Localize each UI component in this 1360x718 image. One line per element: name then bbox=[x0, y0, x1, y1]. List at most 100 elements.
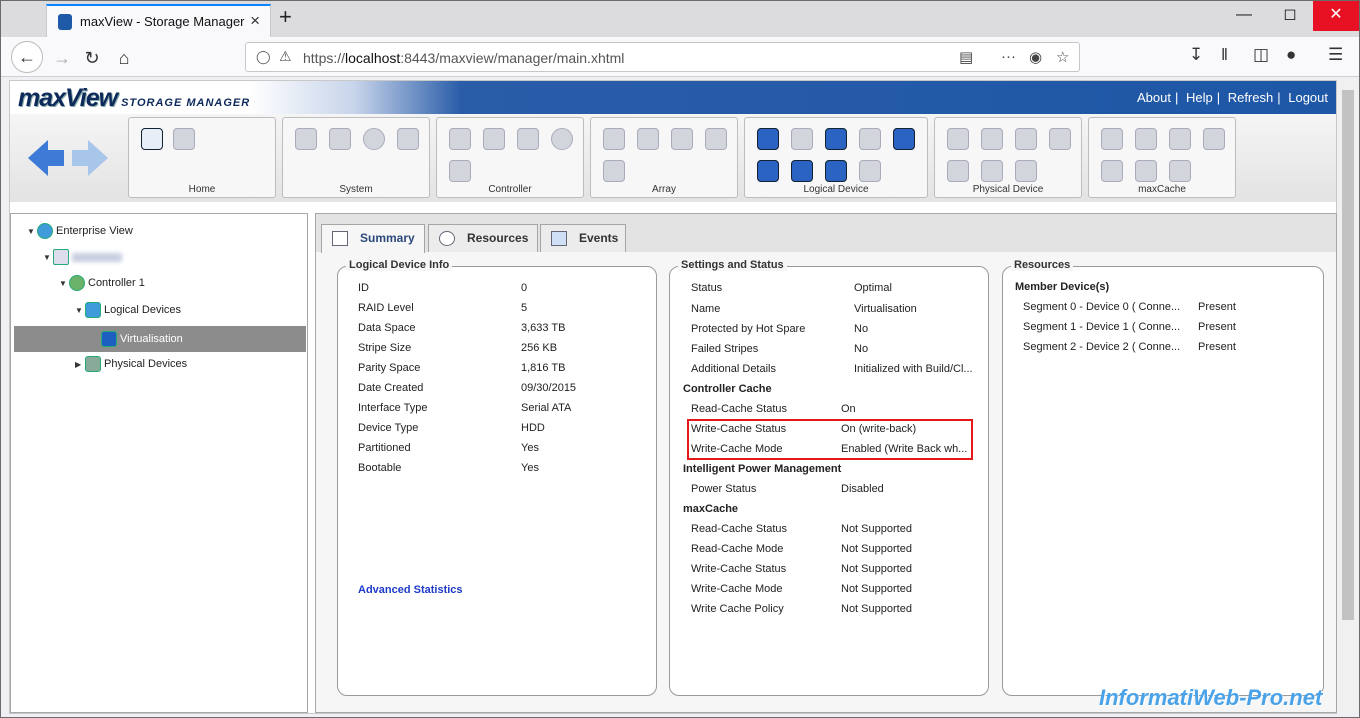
maxcache-settings-icon[interactable] bbox=[1101, 128, 1123, 150]
logical-device-settings-icon[interactable] bbox=[757, 128, 779, 150]
maxcache-heading: maxCache bbox=[683, 503, 739, 515]
tree-node-enterprise-view[interactable]: ▼ Enterprise View bbox=[27, 222, 133, 240]
expand-triangle-icon[interactable]: ▼ bbox=[59, 275, 69, 293]
maxcache-power-icon[interactable] bbox=[1169, 160, 1191, 182]
remove-server-icon[interactable] bbox=[173, 128, 195, 150]
new-tab-button[interactable]: + bbox=[279, 4, 292, 30]
home-icon[interactable]: ⌂ bbox=[109, 43, 139, 73]
tab-summary[interactable]: Summary bbox=[321, 224, 425, 253]
info-label: ID bbox=[358, 282, 369, 294]
advanced-statistics-link[interactable]: Advanced Statistics bbox=[358, 584, 463, 596]
expand-triangle-icon[interactable]: ▼ bbox=[75, 302, 85, 320]
expand-triangle-icon[interactable]: ▼ bbox=[27, 223, 37, 241]
back-arrow-icon[interactable]: ← bbox=[11, 41, 43, 73]
maximize-icon[interactable]: ◻ bbox=[1267, 1, 1313, 31]
setting-value: Optimal bbox=[854, 282, 892, 294]
physical-device-settings-icon[interactable] bbox=[947, 128, 969, 150]
about-link[interactable]: About bbox=[1137, 90, 1171, 105]
url-text[interactable]: https://localhost:8443/maxview/manager/m… bbox=[303, 50, 624, 66]
collapse-triangle-icon[interactable]: ▶ bbox=[75, 356, 85, 374]
forward-arrow-icon[interactable]: → bbox=[47, 43, 77, 73]
nav-forward-arrow-icon[interactable] bbox=[88, 140, 109, 176]
tree-node-controller[interactable]: ▼ Controller 1 bbox=[59, 274, 145, 292]
physical-device-edit-icon[interactable] bbox=[981, 160, 1003, 182]
tab-events[interactable]: Events bbox=[540, 224, 626, 252]
nav-back-arrow-icon[interactable] bbox=[28, 140, 48, 176]
pocket-icon[interactable]: ◉ bbox=[1029, 48, 1042, 66]
array-settings-icon[interactable] bbox=[603, 128, 625, 150]
globe-check-icon bbox=[37, 223, 53, 240]
tree-node-logical-devices[interactable]: ▼ Logical Devices bbox=[75, 301, 181, 319]
setting-value: Initialized with Build/Cl... bbox=[854, 363, 973, 375]
maxcache-delete-icon[interactable] bbox=[1135, 160, 1157, 182]
tab-title: maxView - Storage Manager bbox=[80, 14, 245, 29]
logical-device-cache-icon[interactable] bbox=[893, 128, 915, 150]
gear-icon[interactable] bbox=[363, 128, 385, 150]
array-delete-icon[interactable] bbox=[603, 160, 625, 182]
physical-device-add-icon[interactable] bbox=[1049, 128, 1071, 150]
system-report-icon[interactable] bbox=[397, 128, 419, 150]
logout-link[interactable]: Logout bbox=[1288, 90, 1328, 105]
array-search-icon[interactable] bbox=[705, 128, 727, 150]
lock-warning-icon[interactable]: ⚠ bbox=[279, 48, 292, 65]
setting-value: Not Supported bbox=[841, 603, 912, 615]
member-device-name[interactable]: Segment 2 - Device 2 ( Conne... bbox=[1023, 341, 1180, 353]
logical-device-add-icon[interactable] bbox=[791, 128, 813, 150]
scrollbar-thumb[interactable] bbox=[1342, 90, 1354, 620]
logical-device-power-icon[interactable] bbox=[859, 160, 881, 182]
setting-label: Name bbox=[691, 303, 721, 315]
system-settings-icon[interactable] bbox=[295, 128, 317, 150]
window-close-icon[interactable]: ✕ bbox=[1313, 1, 1359, 31]
menu-icon[interactable]: ☰ bbox=[1328, 45, 1343, 65]
controller-search-icon[interactable] bbox=[517, 128, 539, 150]
controller-settings-icon[interactable] bbox=[449, 128, 471, 150]
minimize-icon[interactable]: — bbox=[1221, 1, 1267, 31]
download-icon[interactable]: ↧ bbox=[1189, 45, 1203, 65]
array-edit-icon[interactable] bbox=[671, 128, 693, 150]
calendar-icon bbox=[551, 231, 567, 246]
page-scrollbar[interactable] bbox=[1339, 80, 1357, 714]
account-icon[interactable]: ● bbox=[1286, 45, 1296, 65]
reader-view-icon[interactable]: ▤ bbox=[959, 48, 973, 66]
close-tab-icon[interactable]: × bbox=[250, 11, 260, 31]
tab-resources[interactable]: Resources bbox=[428, 224, 538, 252]
controller-lock-icon[interactable] bbox=[449, 160, 471, 182]
controller-remove-icon[interactable] bbox=[483, 128, 505, 150]
maxcache-search-icon[interactable] bbox=[1101, 160, 1123, 182]
tree-node-physical-devices[interactable]: ▶ Physical Devices bbox=[75, 355, 187, 373]
logical-device-link-icon[interactable] bbox=[859, 128, 881, 150]
system-remove-icon[interactable] bbox=[329, 128, 351, 150]
tree-node-virtualisation[interactable]: Virtualisation bbox=[101, 330, 183, 348]
library-icon[interactable]: ‖ bbox=[1221, 45, 1228, 65]
physical-device-search-icon[interactable] bbox=[947, 160, 969, 182]
help-link[interactable]: Help bbox=[1186, 90, 1213, 105]
physical-device-power-icon[interactable] bbox=[1015, 128, 1037, 150]
add-server-icon[interactable] bbox=[141, 128, 163, 150]
maxcache-disable-icon[interactable] bbox=[1169, 128, 1191, 150]
shield-icon[interactable]: ◯ bbox=[256, 49, 271, 65]
expand-triangle-icon[interactable]: ▼ bbox=[43, 249, 53, 267]
clock-icon[interactable] bbox=[551, 128, 573, 150]
logical-device-expand-icon[interactable] bbox=[825, 128, 847, 150]
member-device-name[interactable]: Segment 0 - Device 0 ( Conne... bbox=[1023, 301, 1180, 313]
physical-device-remove-icon[interactable] bbox=[981, 128, 1003, 150]
logical-device-edit-icon[interactable] bbox=[791, 160, 813, 182]
logical-device-delete-icon[interactable] bbox=[825, 160, 847, 182]
refresh-link[interactable]: Refresh bbox=[1228, 90, 1274, 105]
info-label: Interface Type bbox=[358, 402, 428, 414]
group-label: Controller bbox=[488, 184, 532, 195]
reload-icon[interactable]: ↻ bbox=[77, 43, 107, 73]
address-bar[interactable]: ◯ ⚠ https://localhost:8443/maxview/manag… bbox=[245, 42, 1080, 72]
tree-node-system[interactable]: ▼ bbox=[43, 248, 122, 266]
browser-tab[interactable]: maxView - Storage Manager × bbox=[46, 4, 271, 37]
bookmark-star-icon[interactable]: ☆ bbox=[1056, 48, 1069, 66]
physical-device-delete-icon[interactable] bbox=[1015, 160, 1037, 182]
maxcache-expand-icon[interactable] bbox=[1203, 128, 1225, 150]
more-actions-icon[interactable]: ··· bbox=[1001, 48, 1016, 65]
array-remove-icon[interactable] bbox=[637, 128, 659, 150]
maxcache-add-icon[interactable] bbox=[1135, 128, 1157, 150]
member-device-state: Present bbox=[1198, 321, 1236, 333]
sidebar-icon[interactable]: ◫ bbox=[1253, 45, 1269, 65]
logical-device-search-icon[interactable] bbox=[757, 160, 779, 182]
member-device-name[interactable]: Segment 1 - Device 1 ( Conne... bbox=[1023, 321, 1180, 333]
